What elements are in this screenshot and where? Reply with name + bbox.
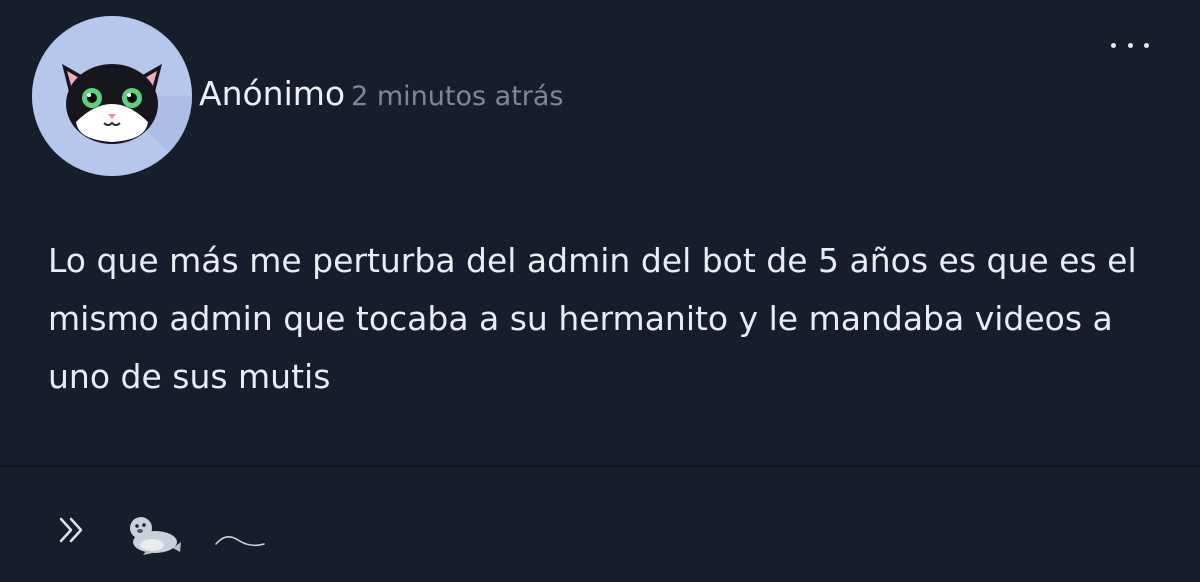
- more-dot: [1127, 42, 1133, 48]
- divider: [0, 465, 1200, 467]
- black-cat-avatar-icon: [32, 16, 192, 176]
- seal-emoji-icon: [125, 512, 183, 556]
- double-chevron-right-icon: [59, 517, 83, 543]
- forward-button[interactable]: [52, 510, 92, 550]
- avatar[interactable]: [32, 16, 192, 176]
- tilde-wave-icon: [215, 536, 265, 547]
- post-header: Anónimo 2 minutos atrás: [199, 72, 564, 119]
- post-body: Lo que más me perturba del admin del bot…: [48, 241, 1137, 396]
- more-dot: [1144, 42, 1149, 48]
- post-timestamp: 2 minutos atrás: [351, 81, 564, 112]
- more-dots-icon: [1111, 42, 1116, 48]
- author-name[interactable]: Anónimo: [199, 74, 345, 113]
- reaction-button[interactable]: [212, 530, 268, 554]
- more-options-button[interactable]: [1108, 30, 1152, 60]
- post-card: Anónimo 2 minutos atrás Lo que más me per…: [0, 0, 1200, 582]
